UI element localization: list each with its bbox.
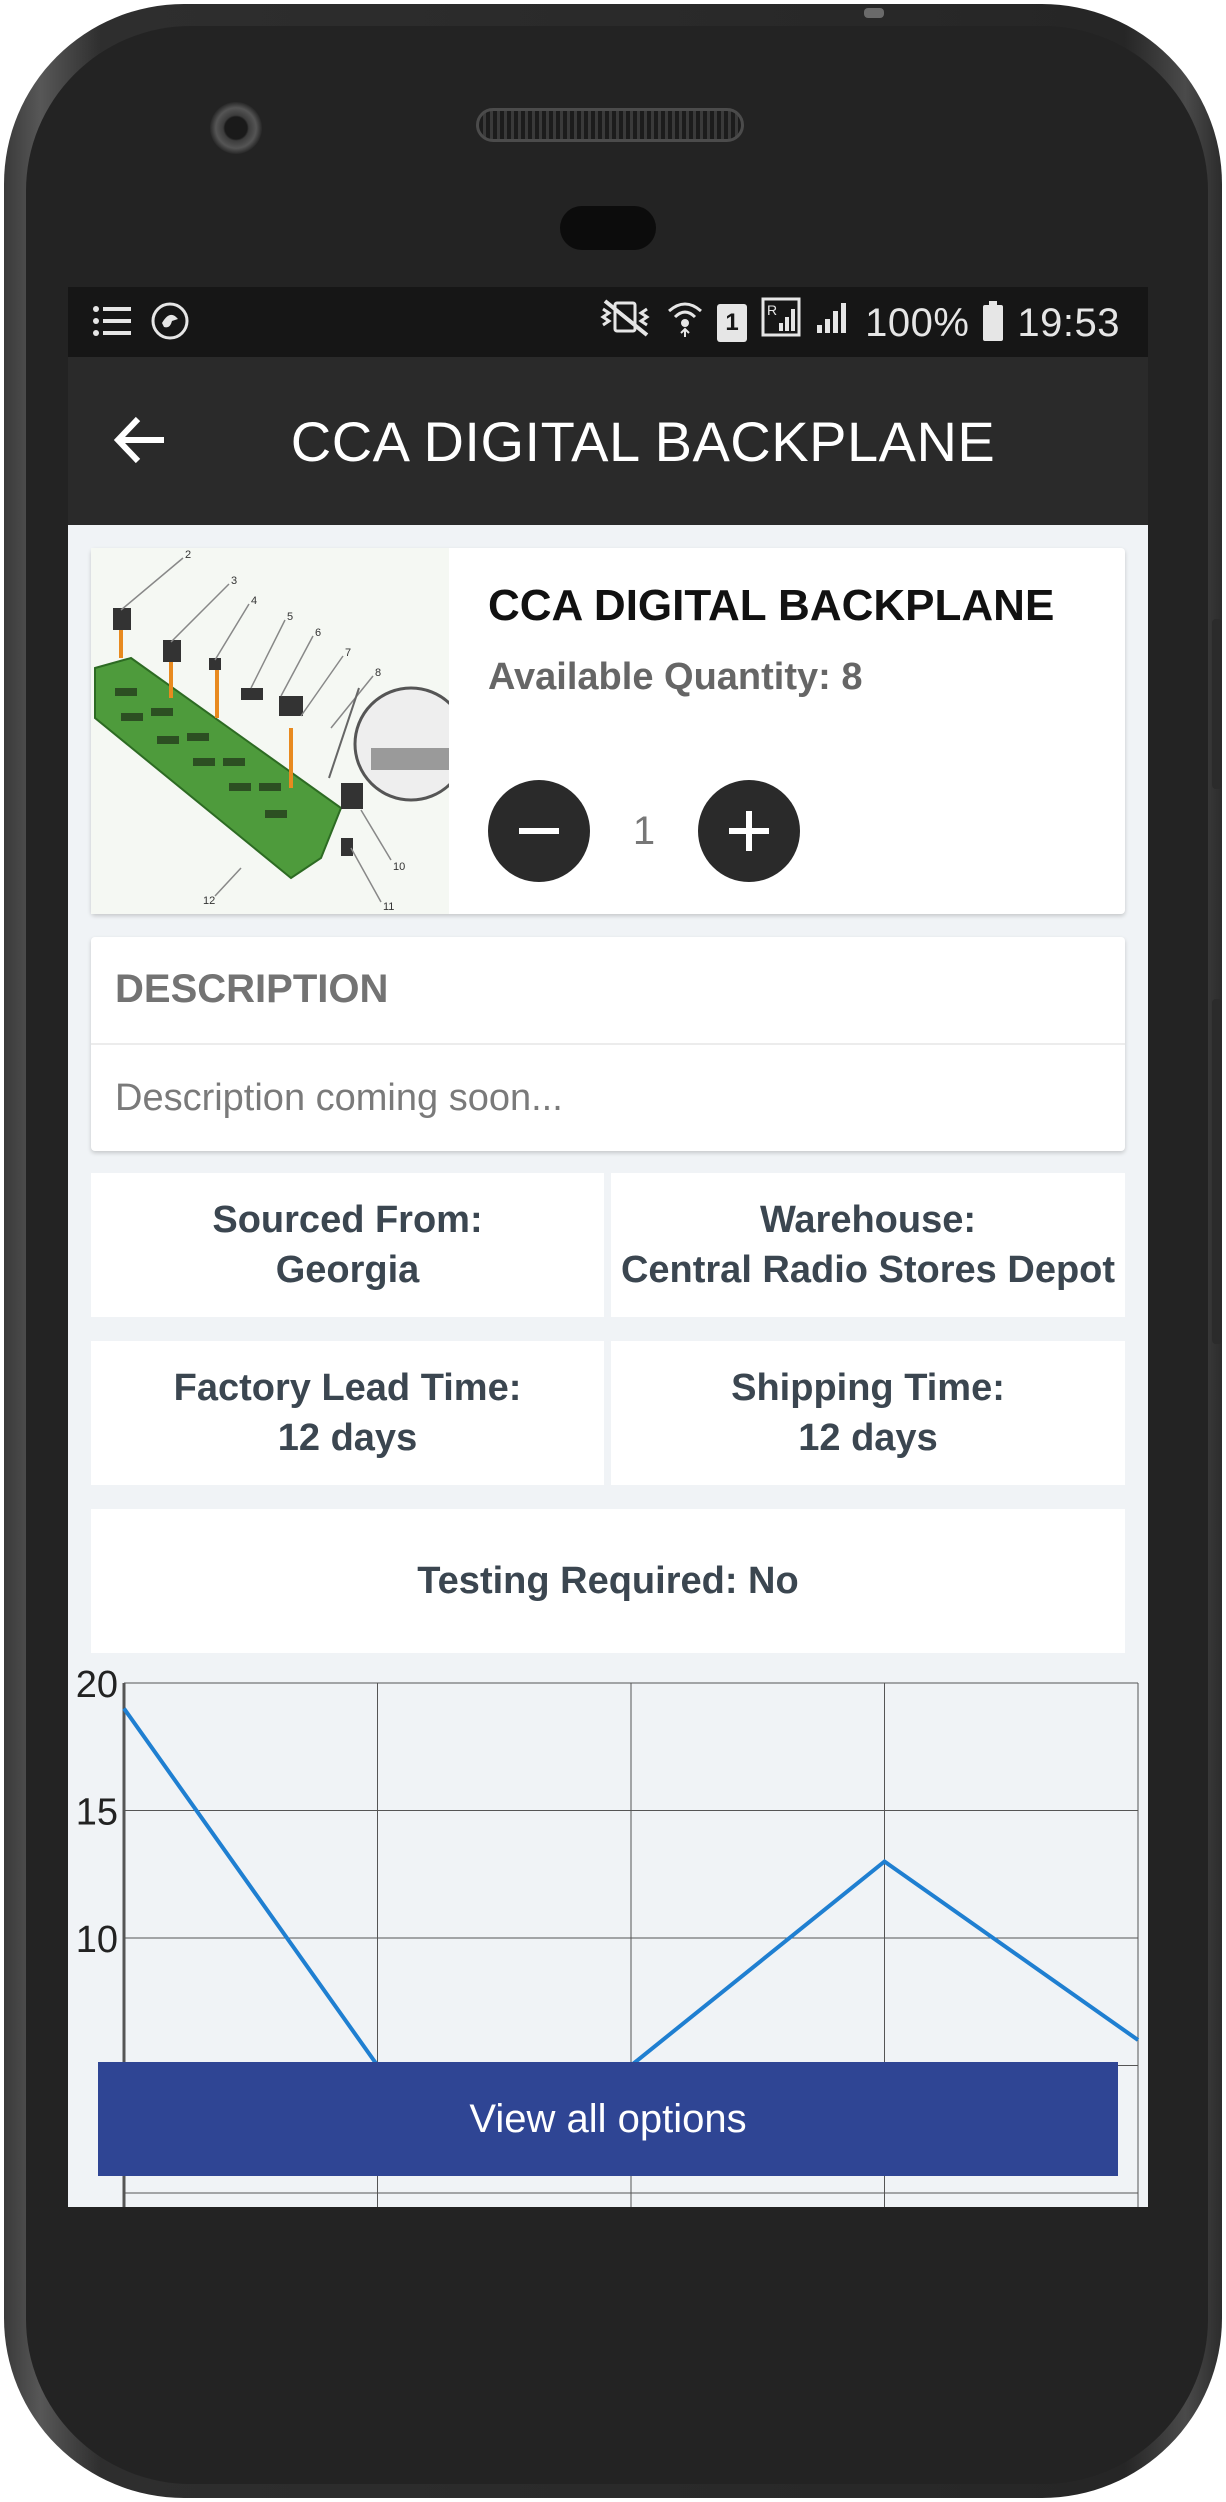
decrease-quantity-button[interactable] bbox=[488, 780, 590, 882]
signal-icon bbox=[815, 297, 851, 348]
plus-icon bbox=[729, 811, 769, 851]
list-icon bbox=[92, 303, 132, 348]
shipping-time-value: 12 days bbox=[798, 1417, 938, 1459]
callout-label: 4 bbox=[251, 595, 257, 607]
warehouse-value: Central Radio Stores Depot bbox=[620, 1249, 1116, 1291]
proximity-sensor bbox=[560, 206, 656, 250]
power-button bbox=[1212, 999, 1222, 1344]
description-text: Description coming soon... bbox=[115, 1077, 563, 1119]
callout-label: 3 bbox=[231, 575, 237, 587]
status-right: 1 R 100% 19:53 bbox=[599, 297, 1120, 348]
mute-vibrate-icon bbox=[599, 297, 653, 348]
callout-label: 2 bbox=[185, 549, 191, 561]
shipping-time-tile: Shipping Time: 12 days bbox=[611, 1341, 1125, 1485]
callout-label: 5 bbox=[287, 611, 293, 623]
callout-label: 10 bbox=[393, 861, 405, 873]
product-name: CCA DIGITAL BACKPLANE bbox=[488, 581, 1055, 630]
front-camera bbox=[210, 102, 262, 154]
callout-label: 8 bbox=[375, 667, 381, 679]
divider bbox=[91, 1043, 1125, 1045]
y-tick-label: 10 bbox=[76, 1919, 118, 1961]
testing-required-tile: Testing Required: No bbox=[91, 1509, 1125, 1653]
available-quantity: Available Quantity: 8 bbox=[488, 656, 863, 698]
clock: 19:53 bbox=[1017, 300, 1120, 345]
product-image: 2 3 4 5 6 7 8 10 11 12 bbox=[91, 548, 449, 914]
y-tick-label: 15 bbox=[76, 1792, 118, 1834]
data-saver-icon bbox=[150, 301, 190, 350]
callout-label: 12 bbox=[203, 895, 215, 907]
increase-quantity-button[interactable] bbox=[698, 780, 800, 882]
minus-icon bbox=[519, 828, 559, 834]
callout-label: 7 bbox=[345, 647, 351, 659]
svg-text:R: R bbox=[767, 302, 777, 318]
sourced-from-label: Sourced From: bbox=[212, 1199, 483, 1241]
app-bar: CCA DIGITAL BACKPLANE bbox=[68, 357, 1148, 525]
status-left bbox=[92, 301, 190, 350]
warehouse-tile: Warehouse: Central Radio Stores Depot bbox=[611, 1173, 1125, 1317]
volume-button bbox=[1212, 619, 1222, 789]
shipping-time-label: Shipping Time: bbox=[731, 1367, 1005, 1409]
roaming-signal-icon: R bbox=[761, 297, 801, 348]
y-tick-label: 20 bbox=[76, 1667, 118, 1706]
wifi-calling-icon bbox=[667, 297, 703, 348]
battery-percent: 100% bbox=[865, 300, 970, 345]
product-card: 2 3 4 5 6 7 8 10 11 12 CCA DIGITAL BACKP… bbox=[91, 548, 1125, 914]
earpiece-speaker bbox=[476, 108, 744, 142]
callout-label: 6 bbox=[315, 627, 321, 639]
callout-label: 11 bbox=[383, 901, 394, 913]
factory-lead-time-tile: Factory Lead Time: 12 days bbox=[91, 1341, 604, 1485]
description-title: DESCRIPTION bbox=[115, 967, 389, 1011]
factory-lead-time-label: Factory Lead Time: bbox=[173, 1367, 522, 1409]
page-title: CCA DIGITAL BACKPLANE bbox=[290, 410, 996, 473]
factory-lead-time-value: 12 days bbox=[277, 1417, 418, 1459]
quantity-value[interactable]: 1 bbox=[603, 808, 685, 854]
battery-icon bbox=[983, 300, 1004, 341]
view-all-options-button[interactable]: View all options bbox=[98, 2062, 1118, 2176]
warehouse-label: Warehouse: bbox=[759, 1199, 977, 1241]
status-bar: 1 R 100% 19:53 bbox=[68, 287, 1148, 357]
app-screen: 1 R 100% 19:53 CCA DIGITAL BACKPLANE 2 3… bbox=[68, 287, 1148, 2207]
sourced-from-tile: Sourced From: Georgia bbox=[91, 1173, 604, 1317]
sim-1-icon: 1 bbox=[717, 303, 748, 342]
phone-top-notch bbox=[864, 8, 884, 18]
testing-required-text: Testing Required: No bbox=[417, 1560, 799, 1602]
description-card: DESCRIPTION Description coming soon... bbox=[91, 937, 1125, 1151]
sourced-from-value: Georgia bbox=[275, 1249, 420, 1291]
